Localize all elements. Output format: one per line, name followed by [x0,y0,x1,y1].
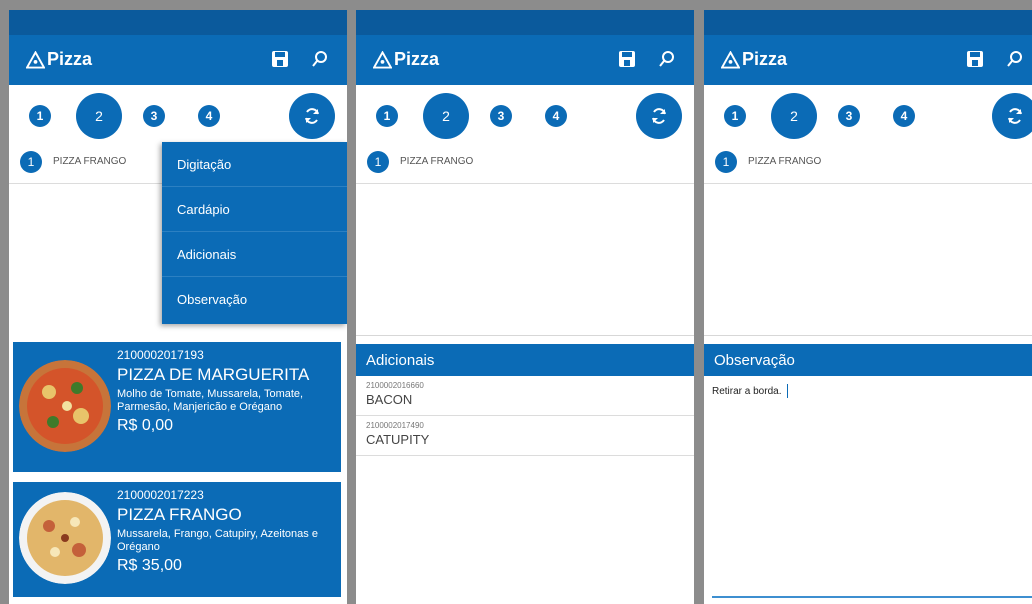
search-icon[interactable] [1006,50,1024,68]
observacao-text: Retirar a borda. [712,385,782,397]
pizza-logo-icon [373,50,392,69]
status-bar [704,10,1032,35]
step-3[interactable]: 3 [143,105,165,127]
search-icon[interactable] [311,50,329,68]
save-icon[interactable] [271,50,289,68]
dropdown-menu: Digitação Cardápio Adicionais Observação [162,142,347,324]
menu-item-digitacao[interactable]: Digitação [162,142,347,187]
order-item-row[interactable]: 1 PIZZA FRANGO [704,147,1032,184]
step-4[interactable]: 4 [545,105,567,127]
refresh-button[interactable] [636,93,682,139]
app-title-text: Pizza [742,49,788,69]
app-bar: Pizza [9,35,347,85]
step-2[interactable]: 2 [771,93,817,139]
adicional-item[interactable]: 2100002016660 BACON [356,376,694,416]
section-header-observacao: Observação [704,344,1032,376]
empty-area [704,184,1032,336]
step-4[interactable]: 4 [893,105,915,127]
save-icon[interactable] [966,50,984,68]
app-title: Pizza [373,49,439,70]
product-code: 2100002017223 [117,488,204,502]
pizza-logo-icon [26,50,45,69]
observacao-textarea[interactable]: Retirar a borda. [704,376,1032,406]
product-card[interactable]: 2100002017193 PIZZA DE MARGUERITA Molho … [13,342,341,472]
order-item-name: PIZZA FRANGO [400,156,474,167]
product-price: R$ 35,00 [117,557,182,574]
order-item-name: PIZZA FRANGO [53,156,127,167]
menu-item-observacao[interactable]: Observação [162,277,347,322]
step-1[interactable]: 1 [376,105,398,127]
adicional-name: CATUPITY [366,432,430,447]
adicional-item[interactable]: 2100002017490 CATUPITY [356,416,694,456]
adicional-name: BACON [366,392,413,407]
step-indicator: 1 2 3 4 [9,85,347,147]
search-icon[interactable] [658,50,676,68]
textarea-underline [712,596,1032,598]
app-title-text: Pizza [394,49,440,69]
refresh-icon [1008,108,1022,124]
refresh-icon [652,108,666,124]
screen-adicionais: Pizza 1 2 3 4 1 PIZZA FRANGO Adicionais … [356,10,694,604]
product-name: PIZZA FRANGO [117,505,242,524]
step-1[interactable]: 1 [29,105,51,127]
product-code: 2100002017193 [117,348,204,362]
adicional-code: 2100002017490 [366,421,424,430]
order-item-name: PIZZA FRANGO [748,156,822,167]
refresh-button[interactable] [289,93,335,139]
status-bar [356,10,694,35]
screen-observacao: Pizza 1 2 3 4 1 PIZZA FRANGO Observação … [704,10,1032,604]
step-indicator: 1 2 3 4 [704,85,1032,147]
pizza-image [19,492,111,584]
app-bar: Pizza [356,35,694,85]
order-item-row[interactable]: 1 PIZZA FRANGO [356,147,694,184]
step-2[interactable]: 2 [76,93,122,139]
app-title: Pizza [26,49,92,70]
step-indicator: 1 2 3 4 [356,85,694,147]
step-1[interactable]: 1 [724,105,746,127]
app-title: Pizza [721,49,787,70]
menu-item-adicionais[interactable]: Adicionais [162,232,347,277]
screen-cardapio: Pizza 1 2 3 4 1 PIZZA FRANGO Digitação C… [9,10,347,604]
step-2[interactable]: 2 [423,93,469,139]
order-item-number: 1 [715,151,737,173]
text-cursor [787,384,789,398]
product-description: Molho de Tomate, Mussarela, Tomate, Parm… [117,388,304,413]
order-item-number: 1 [367,151,389,173]
empty-area [356,184,694,336]
app-title-text: Pizza [47,49,93,69]
status-bar [9,10,347,35]
step-3[interactable]: 3 [490,105,512,127]
step-4[interactable]: 4 [198,105,220,127]
refresh-button[interactable] [992,93,1032,139]
refresh-icon [305,108,319,124]
menu-item-cardapio[interactable]: Cardápio [162,187,347,232]
product-name: PIZZA DE MARGUERITA [117,365,310,384]
product-description: Mussarela, Frango, Catupiry, Azeitonas e… [117,528,318,553]
app-bar: Pizza [704,35,1032,85]
step-3[interactable]: 3 [838,105,860,127]
product-price: R$ 0,00 [117,417,174,434]
pizza-image [19,360,111,452]
save-icon[interactable] [618,50,636,68]
pizza-logo-icon [721,50,740,69]
order-item-number: 1 [20,151,42,173]
product-card[interactable]: 2100002017223 PIZZA FRANGO Mussarela, Fr… [13,482,341,597]
adicional-code: 2100002016660 [366,381,424,390]
section-header-adicionais: Adicionais [356,344,694,376]
